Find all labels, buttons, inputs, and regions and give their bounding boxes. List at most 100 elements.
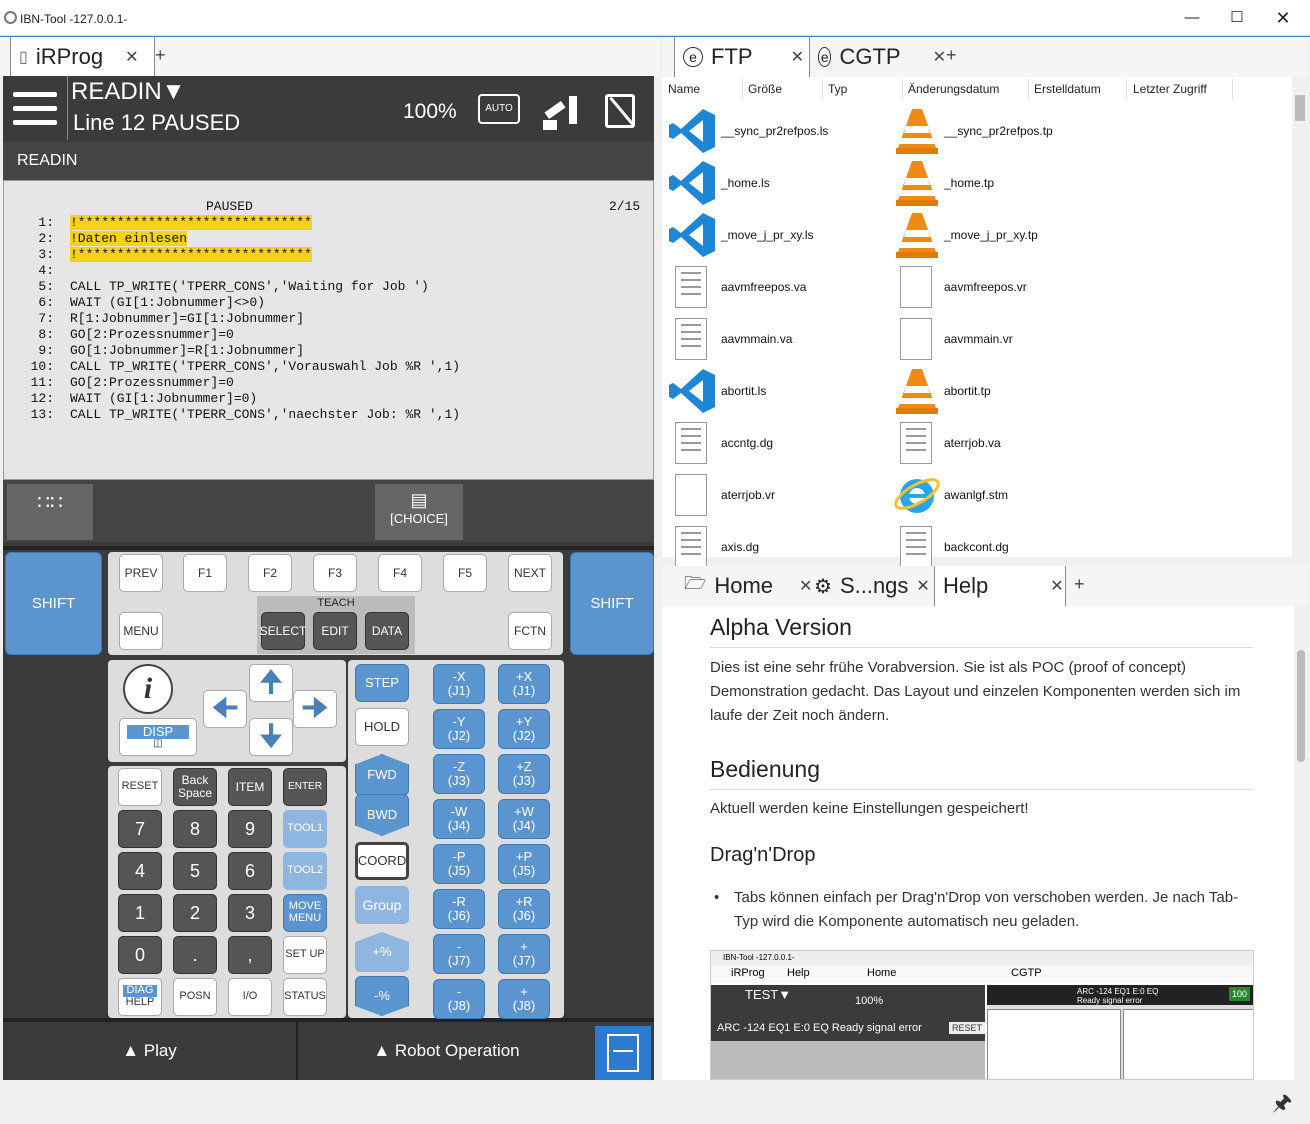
reset-button[interactable]: RESET [118, 768, 162, 806]
enter-button[interactable]: ENTER [283, 768, 327, 806]
minimize-button[interactable]: — [1169, 0, 1215, 36]
data-button[interactable]: DATA [365, 612, 409, 650]
file-name[interactable]: backcont.dg [944, 540, 1009, 554]
jog-plus-3-button[interactable]: +Z (J3) [498, 754, 550, 794]
file-name[interactable]: axis.dg [721, 540, 759, 554]
tab-close-icon[interactable]: ✕ [933, 47, 946, 67]
jog-minus-7-button[interactable]: - (J7) [433, 934, 485, 974]
apps-button[interactable]: ∷∷ [7, 484, 93, 540]
backspace-button[interactable]: Back Space [173, 768, 217, 806]
arrow-up-button[interactable]: 🠉 [249, 664, 293, 702]
add-tab-button[interactable]: + [946, 45, 957, 66]
jog-minus-3-button[interactable]: -Z (J3) [433, 754, 485, 794]
key-3[interactable]: 3 [228, 894, 272, 932]
f3-button[interactable]: F3 [313, 554, 357, 592]
tab-iRProg[interactable]: ▯ iRProg ✕ [10, 37, 155, 77]
jog-minus-2-button[interactable]: -Y (J2) [433, 709, 485, 749]
add-tab-button[interactable]: + [155, 45, 166, 66]
file-name[interactable]: _move_j_pr_xy.ls [721, 228, 813, 242]
tool2-button[interactable]: TOOL2 [283, 852, 327, 890]
program-editor[interactable]: PAUSED 2/15 1: !*************************… [3, 180, 654, 480]
tab-close-icon[interactable]: ✕ [1050, 576, 1063, 596]
col-size[interactable]: Größe [748, 82, 782, 96]
pendant-view-button[interactable] [595, 1026, 651, 1080]
fctn-button[interactable]: FCTN [508, 612, 552, 650]
disp-button[interactable]: DISP ◫ [119, 718, 197, 756]
close-button[interactable]: ✕ [1260, 0, 1306, 36]
file-name[interactable]: aavmmain.va [721, 332, 792, 346]
f2-button[interactable]: F2 [248, 554, 292, 592]
key-2[interactable]: 2 [173, 894, 217, 932]
coord-button[interactable]: COORD [355, 842, 409, 880]
arrow-down-button[interactable]: 🠋 [249, 718, 293, 756]
file-name[interactable]: __sync_pr2refpos.tp [944, 124, 1053, 138]
tab-settings[interactable]: ⚙ S...ngs ✕ [806, 566, 934, 606]
tab-help[interactable]: Help ✕ [934, 566, 1066, 606]
jog-plus-7-button[interactable]: + (J7) [498, 934, 550, 974]
group-button[interactable]: Group [355, 886, 409, 924]
jog-plus-1-button[interactable]: +X (J1) [498, 664, 550, 704]
choice-button[interactable]: ▤ [CHOICE] [375, 484, 463, 540]
key-dot[interactable]: . [173, 936, 217, 974]
item-button[interactable]: ITEM [228, 768, 272, 806]
f1-button[interactable]: F1 [183, 554, 227, 592]
tab-close-icon[interactable]: ✕ [125, 47, 138, 67]
col-accessed[interactable]: Letzter Zugriff [1133, 82, 1207, 96]
jog-plus-5-button[interactable]: +P (J5) [498, 844, 550, 884]
pin-icon[interactable]: 🖈 [1272, 1086, 1292, 1124]
jog-minus-5-button[interactable]: -P (J5) [433, 844, 485, 884]
key-8[interactable]: 8 [173, 810, 217, 848]
jog-plus-6-button[interactable]: +R (J6) [498, 889, 550, 929]
add-tab-button[interactable]: + [1074, 574, 1085, 595]
help-scrollbar[interactable] [1294, 606, 1308, 1080]
key-6[interactable]: 6 [228, 852, 272, 890]
f5-button[interactable]: F5 [443, 554, 487, 592]
key-7[interactable]: 7 [118, 810, 162, 848]
tab-close-icon[interactable]: ✕ [791, 47, 804, 67]
tab-close-icon[interactable]: ✕ [916, 576, 929, 596]
jog-minus-8-button[interactable]: - (J8) [433, 979, 485, 1019]
jog-plus-8-button[interactable]: + (J8) [498, 979, 550, 1019]
key-0[interactable]: 0 [118, 936, 162, 974]
jog-minus-4-button[interactable]: -W (J4) [433, 799, 485, 839]
setup-button[interactable]: SET UP [283, 936, 327, 974]
io-button[interactable]: I/O [228, 978, 272, 1016]
info-button[interactable]: i [123, 664, 173, 714]
arrow-right-button[interactable]: 🠊 [293, 690, 337, 728]
col-type[interactable]: Typ [828, 82, 847, 96]
maximize-button[interactable]: ☐ [1214, 0, 1260, 36]
key-1[interactable]: 1 [118, 894, 162, 932]
file-name[interactable]: accntg.dg [721, 436, 773, 450]
key-5[interactable]: 5 [173, 852, 217, 890]
program-name[interactable]: READIN▼ [71, 78, 185, 106]
next-button[interactable]: NEXT [508, 554, 552, 592]
jog-minus-1-button[interactable]: -X (J1) [433, 664, 485, 704]
file-name[interactable]: aavmfreepos.vr [944, 280, 1027, 294]
jog-plus-2-button[interactable]: +Y (J2) [498, 709, 550, 749]
tab-home[interactable]: 🗁 Home ✕ [676, 566, 812, 606]
tool1-button[interactable]: TOOL1 [283, 810, 327, 848]
shift-right-button[interactable]: SHIFT [570, 552, 654, 655]
menu-button[interactable]: MENU [119, 612, 163, 650]
file-name[interactable]: abortit.ls [721, 384, 766, 398]
hold-button[interactable]: HOLD [355, 708, 409, 746]
select-button[interactable]: SELECT [260, 612, 306, 650]
arrow-left-button[interactable]: 🠈 [203, 690, 247, 728]
key-comma[interactable]: , [228, 936, 272, 974]
status-button[interactable]: STATUS [283, 978, 327, 1016]
col-created[interactable]: Erstelldatum [1034, 82, 1101, 96]
play-button[interactable]: ▲ Play [3, 1022, 298, 1080]
menu-icon[interactable] [13, 92, 57, 126]
file-name[interactable]: aavmfreepos.va [721, 280, 806, 294]
robot-operation-button[interactable]: ▲ Robot Operation [300, 1022, 593, 1080]
jog-plus-4-button[interactable]: +W (J4) [498, 799, 550, 839]
jog-minus-6-button[interactable]: -R (J6) [433, 889, 485, 929]
file-name[interactable]: aterrjob.vr [721, 488, 775, 502]
prev-button[interactable]: PREV [119, 554, 163, 592]
file-name[interactable]: _move_j_pr_xy.tp [944, 228, 1038, 242]
tab-ftp[interactable]: e FTP ✕ [674, 37, 810, 77]
file-name[interactable]: __sync_pr2refpos.ls [721, 124, 828, 138]
file-name[interactable]: _home.ls [721, 176, 770, 190]
file-name[interactable]: aterrjob.va [944, 436, 1001, 450]
move-menu-button[interactable]: MOVE MENU [283, 894, 327, 932]
